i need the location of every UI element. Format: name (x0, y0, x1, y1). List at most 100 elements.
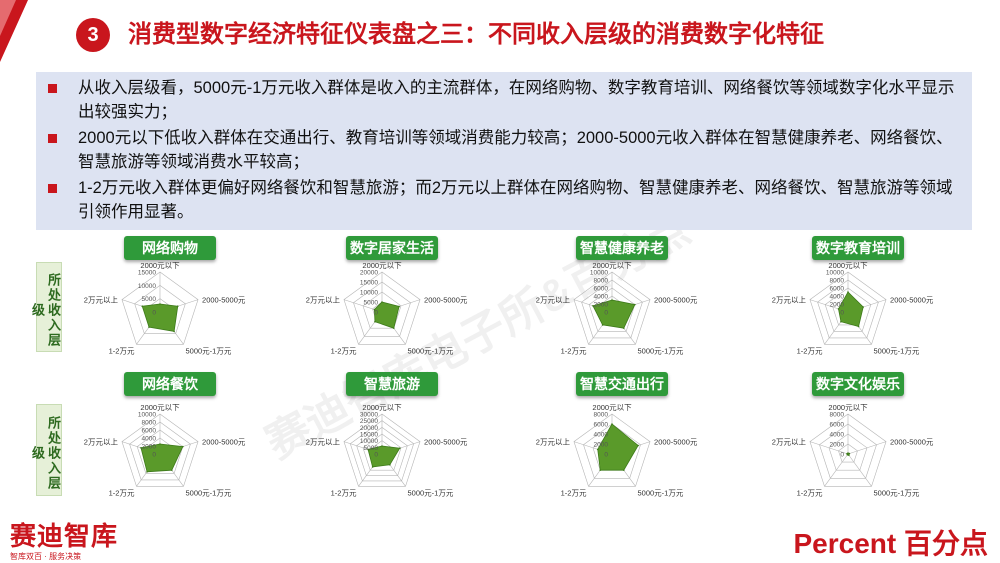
data-point (381, 445, 383, 447)
tick-label: 4000 (830, 432, 845, 439)
tick-label: 2000 (830, 302, 845, 309)
series-area (373, 301, 400, 329)
title-bar: 3 消费型数字经济特征仪表盘之三：不同收入层级的消费数字化特征 (60, 14, 980, 56)
axis-label: 5000元-1万元 (638, 346, 684, 355)
data-point (622, 327, 625, 329)
radar-chart: 0 2000 4000 6000 80002000元以下 2000-5000元 5000元-… (536, 403, 698, 497)
tick-label: 5000 (364, 300, 379, 307)
data-point (848, 452, 851, 455)
data-point (398, 305, 400, 308)
axis-label: 2000-5000元 (890, 438, 934, 447)
data-point (371, 466, 374, 468)
page-title: 消费型数字经济特征仪表盘之三：不同收入层级的消费数字化特征 (128, 21, 824, 48)
axis-label: 2万元以上 (306, 296, 341, 305)
axis-label: 2000-5000元 (424, 438, 468, 447)
axis-label: 2000-5000元 (202, 296, 246, 305)
axis-label: 2000-5000元 (654, 296, 698, 305)
data-point (159, 303, 161, 305)
tick-label: 8000 (830, 412, 845, 419)
tick-label: 15000 (138, 270, 156, 277)
axis-label: 2万元以上 (84, 296, 119, 305)
data-point (848, 454, 850, 457)
tick-label: 10000 (826, 270, 844, 277)
tick-label: 20000 (360, 425, 378, 432)
axis-label: 2000元以下 (362, 403, 402, 412)
bullet-marker (48, 184, 57, 193)
radar-chart: 02000400060008000100002000元以下 2000-5000元 5… (536, 261, 698, 355)
tick-label: 4000 (594, 294, 609, 301)
tick-label: 0 (604, 452, 608, 459)
chart-title: 智慧交通出行 (576, 372, 668, 396)
axis-label: 5000元-1万元 (408, 488, 454, 497)
axis-label: 1-2万元 (797, 488, 823, 497)
tick-label: 25000 (360, 418, 378, 425)
radar-chart: 02000400060008000100002000元以下 2000-5000元 5… (772, 261, 934, 355)
radar-chart: 0 5000 10000 15000 200002000元以下 2000-5000元 500… (306, 261, 468, 355)
bullet-item: 1-2万元收入群体更偏好网络餐饮和智慧旅游；而2万元以上群体在网络购物、智慧健康… (48, 176, 968, 224)
tick-label: 10000 (590, 270, 608, 277)
axis-label: 5000元-1万元 (186, 488, 232, 497)
data-point (611, 299, 613, 301)
tick-label: 4000 (830, 294, 845, 301)
ccid-logo-name: 赛迪智库 (10, 521, 119, 551)
axis-label: 2000元以下 (140, 403, 180, 412)
tick-label: 6000 (830, 286, 845, 293)
tick-label: 8000 (594, 278, 609, 285)
bullet-marker (48, 84, 57, 93)
tick-label: 10000 (360, 290, 378, 297)
tick-label: 5000 (142, 296, 157, 303)
tick-label: 5000 (364, 445, 379, 452)
tick-label: 0 (374, 310, 378, 317)
bullet-text: 从收入层级看，5000元-1万元收入群体是收入的主流群体，在网络购物、数字教育培… (78, 79, 955, 121)
axis-label: 2000元以下 (140, 261, 180, 270)
axis-label: 2万元以上 (536, 296, 571, 305)
axis-label: 5000元-1万元 (638, 488, 684, 497)
axis-label: 2000元以下 (828, 403, 868, 412)
tick-label: 0 (374, 452, 378, 459)
chart-title: 网络餐饮 (124, 372, 216, 396)
axis-label: 1-2万元 (561, 346, 587, 355)
data-point (846, 452, 848, 455)
chart-title: 数字文化娱乐 (812, 372, 904, 396)
tick-label: 2000 (594, 302, 609, 309)
tick-label: 4000 (142, 436, 157, 443)
data-point (170, 469, 173, 471)
data-point (392, 327, 395, 329)
tick-label: 20000 (360, 270, 378, 277)
axis-label: 1-2万元 (331, 488, 357, 497)
bullet-item: 2000元以下低收入群体在交通出行、教育培训等领域消费能力较高；2000-500… (48, 126, 968, 174)
tick-label: 30000 (360, 412, 378, 419)
tick-label: 6000 (142, 428, 157, 435)
axis-label: 2000-5000元 (424, 296, 468, 305)
tick-label: 8000 (830, 278, 845, 285)
data-point (862, 306, 865, 308)
data-point (146, 470, 148, 473)
tick-label: 2000 (142, 444, 157, 451)
bullet-item: 从收入层级看，5000元-1万元收入群体是收入的主流群体，在网络购物、数字教育培… (48, 76, 968, 124)
axis-label: 5000元-1万元 (186, 346, 232, 355)
axis-label: 2万元以上 (84, 438, 119, 447)
data-point (637, 444, 639, 447)
bullet-text: 2000元以下低收入群体在交通出行、教育培训等领域消费能力较高；2000-500… (78, 129, 953, 171)
axis-label: 2万元以上 (772, 438, 807, 447)
radar-chart: 0 5000 10000 150002000元以下 2000-5000元 5000元-1万… (84, 261, 246, 355)
axis-label: 2000元以下 (592, 261, 632, 270)
tick-label: 8000 (594, 412, 609, 419)
axis-label: 2000-5000元 (654, 438, 698, 447)
tick-label: 10000 (360, 438, 378, 445)
radar-chart: 0500010000150002000025000300002000元以下 200… (306, 403, 468, 497)
tick-label: 0 (840, 310, 844, 317)
bullet-marker (48, 134, 57, 143)
data-point (596, 448, 599, 451)
data-point (173, 330, 175, 333)
data-point (599, 469, 602, 471)
tick-label: 8000 (142, 420, 157, 427)
radar-chart: 02000400060008000100002000元以下 2000-5000元 5… (84, 403, 246, 497)
axis-label: 5000元-1万元 (874, 488, 920, 497)
data-point (159, 443, 161, 445)
data-point (374, 320, 376, 323)
axis-label: 1-2万元 (109, 346, 135, 355)
data-point (840, 320, 842, 323)
data-point (847, 291, 849, 293)
data-point (389, 463, 391, 466)
